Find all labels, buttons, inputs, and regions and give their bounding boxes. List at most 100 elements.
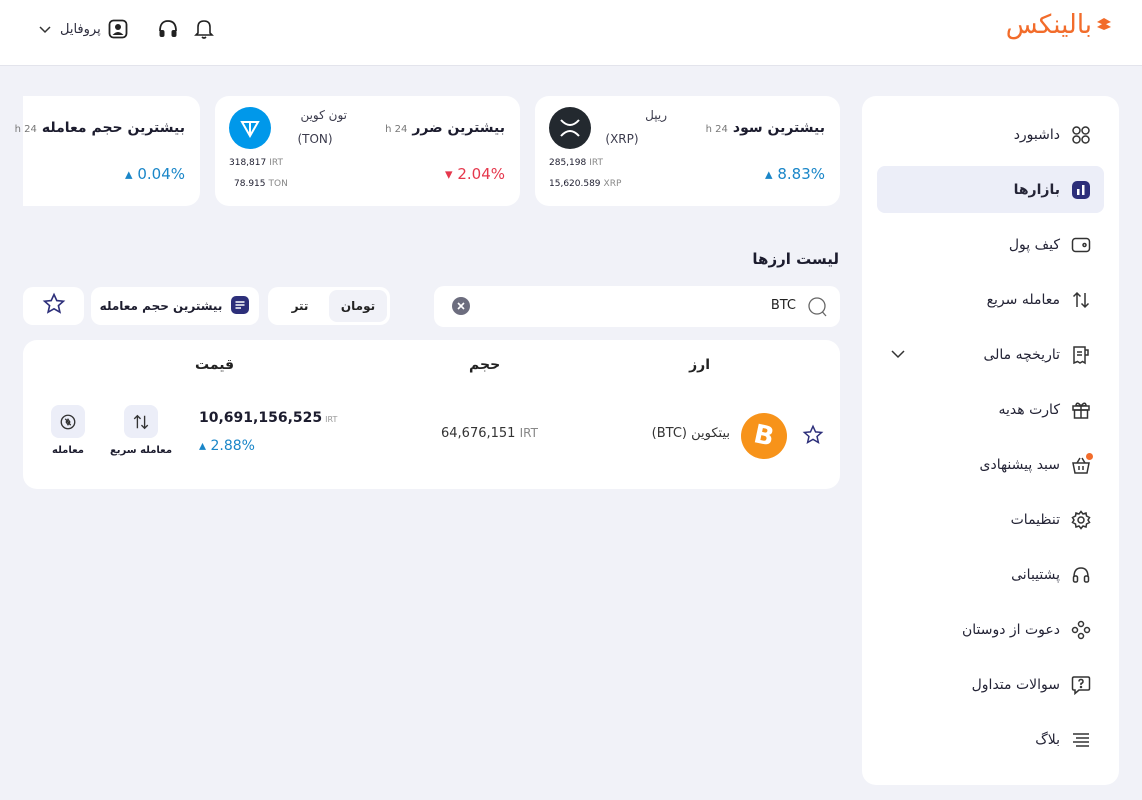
quick-trade-button[interactable]: معامله سریع <box>109 405 173 456</box>
card-title-text: بیشترین ضرر <box>412 120 505 136</box>
headset-icon[interactable] <box>157 18 179 40</box>
quick-trade-icon-box <box>124 405 158 438</box>
tab-toman[interactable]: تومان <box>329 290 387 322</box>
irt-unit: IRT <box>589 158 603 168</box>
volume-amount: 78.915 TON <box>234 179 288 189</box>
coin-symbol: (XRP) <box>605 132 639 146</box>
profile-menu[interactable]: پروفایل <box>60 18 129 40</box>
sidebar-item-label: تنظیمات <box>1010 511 1060 528</box>
trade-icon-box <box>51 405 85 438</box>
wallet-icon <box>1070 234 1092 256</box>
top-loser-card[interactable]: بیشترین ضرر 24 h ▾ 2.04% تون کوین (TON) 3… <box>215 96 520 206</box>
sidebar-item-label: بلاگ <box>1035 731 1060 748</box>
price-value: 318,817 <box>229 158 267 168</box>
column-header-price: قیمت <box>195 357 235 373</box>
sidebar-item-label: سبد پیشنهادی <box>979 456 1061 473</box>
trade-button[interactable]: معامله <box>45 405 91 456</box>
favorite-star-icon[interactable] <box>802 424 824 450</box>
logo-mark-icon <box>1096 17 1112 33</box>
change-value: 8.83% <box>777 165 825 183</box>
logo-text: بالینکس <box>1005 10 1093 40</box>
price-irt: 318,817 IRT <box>229 158 283 168</box>
sidebar-item-support[interactable]: پشتیبانی <box>877 551 1104 598</box>
period-label: 24 h <box>385 124 408 135</box>
card-title: بیشترین ضرر 24 h <box>385 120 505 136</box>
volume-unit: XRP <box>603 179 622 189</box>
favorites-filter-button[interactable] <box>23 287 84 325</box>
change-percent: ▴ 8.83% <box>765 165 825 183</box>
sidebar-item-invite-friends[interactable]: دعوت از دوستان <box>877 606 1104 653</box>
period-label: 24 h <box>14 124 37 135</box>
headset-icon <box>1070 564 1092 586</box>
quick-trade-label: معامله سریع <box>109 445 173 456</box>
bell-icon[interactable] <box>193 18 215 40</box>
markets-icon <box>1070 179 1092 201</box>
sidebar-item-quick-trade[interactable]: معامله سریع <box>877 276 1104 323</box>
clear-search-button[interactable] <box>452 297 470 315</box>
sort-button[interactable]: بیشترین حجم معامله <box>91 287 259 325</box>
price-value: 285,198 <box>549 158 587 168</box>
sidebar-item-label: دعوت از دوستان <box>961 621 1060 638</box>
column-header-volume: حجم <box>469 357 501 373</box>
receipt-icon <box>1070 344 1092 366</box>
volume-value: 15,620.589 <box>549 179 601 189</box>
sidebar-item-suggested-basket[interactable]: سبد پیشنهادی <box>877 441 1104 488</box>
chevron-down-icon[interactable] <box>889 345 907 367</box>
xrp-icon <box>549 107 591 149</box>
volume-unit: IRT <box>519 426 538 440</box>
user-icon <box>107 18 129 40</box>
search-icon <box>806 296 828 322</box>
quote-currency-toggle: تومان تتر <box>268 287 390 325</box>
volume-value: 78.915 <box>234 179 266 189</box>
bitcoin-icon: B <box>741 413 787 459</box>
sidebar-item-gift-card[interactable]: کارت هدیه <box>877 386 1104 433</box>
sort-icon <box>230 295 250 318</box>
close-icon <box>457 302 465 310</box>
sidebar-item-label: داشبورد <box>1013 126 1060 143</box>
sidebar-item-label: معامله سریع <box>986 291 1060 308</box>
price-unit: IRT <box>325 415 338 424</box>
period-label: 24 h <box>705 124 728 135</box>
column-header-coin: ارز <box>689 357 710 373</box>
profile-label: پروفایل <box>60 21 101 37</box>
row-volume: 64,676,151 IRT <box>441 426 538 441</box>
sidebar-item-label: پشتیبانی <box>1011 566 1060 583</box>
trade-label: معامله <box>52 445 84 456</box>
row-change: ▴ 2.88% <box>199 438 255 454</box>
search-input[interactable]: BTC <box>771 298 796 313</box>
sidebar-item-settings[interactable]: تنظیمات <box>877 496 1104 543</box>
search-bar[interactable]: BTC <box>434 286 840 327</box>
ton-icon <box>229 107 271 149</box>
tab-tether[interactable]: تتر <box>271 290 329 322</box>
sidebar-item-blog[interactable]: بلاگ <box>877 716 1104 763</box>
top-header: بالینکس پروفایل <box>0 0 1142 66</box>
volume-value: 64,676,151 <box>441 426 516 441</box>
sidebar-item-financial-history[interactable]: تاریخچه مالی <box>877 331 1104 378</box>
volume-unit: TON <box>268 179 288 189</box>
coin-name: بیتکوین (BTC) <box>651 426 730 441</box>
sidebar-item-wallet[interactable]: کیف پول <box>877 221 1104 268</box>
change-value: 2.04% <box>457 165 505 183</box>
sidebar-item-label: بازارها <box>1013 181 1060 198</box>
row-price: 10,691,156,525 IRT <box>199 410 337 426</box>
star-icon <box>42 292 66 320</box>
question-icon <box>1070 674 1092 696</box>
change-percent: ▾ 2.04% <box>445 165 505 183</box>
sidebar: داشبورد بازارها کیف پول معامله سریع تاری… <box>862 96 1119 785</box>
sidebar-item-faq[interactable]: سوالات متداول <box>877 661 1104 708</box>
top-volume-card[interactable]: بیشترین حجم معامله 24 h ▴ 0.04% <box>15 96 200 206</box>
basket-icon <box>1070 452 1093 476</box>
card-title-text: بیشترین سود <box>732 120 825 136</box>
sidebar-item-label: کیف پول <box>1008 236 1060 253</box>
coin-name: ریپل <box>645 108 667 122</box>
sidebar-item-dashboard[interactable]: داشبورد <box>877 111 1104 158</box>
chevron-down-icon[interactable] <box>34 18 56 40</box>
price-irt: 285,198 IRT <box>549 158 603 168</box>
logo[interactable]: بالینکس <box>1006 10 1112 40</box>
invite-icon <box>1070 619 1092 641</box>
top-gainer-card[interactable]: بیشترین سود 24 h ▴ 8.83% ریپل (XRP) 285,1… <box>535 96 840 206</box>
volume-amount: 15,620.589 XRP <box>549 179 621 189</box>
sidebar-item-markets[interactable]: بازارها <box>877 166 1104 213</box>
sidebar-item-label: سوالات متداول <box>971 676 1060 693</box>
swap-arrows-icon <box>1070 289 1092 311</box>
